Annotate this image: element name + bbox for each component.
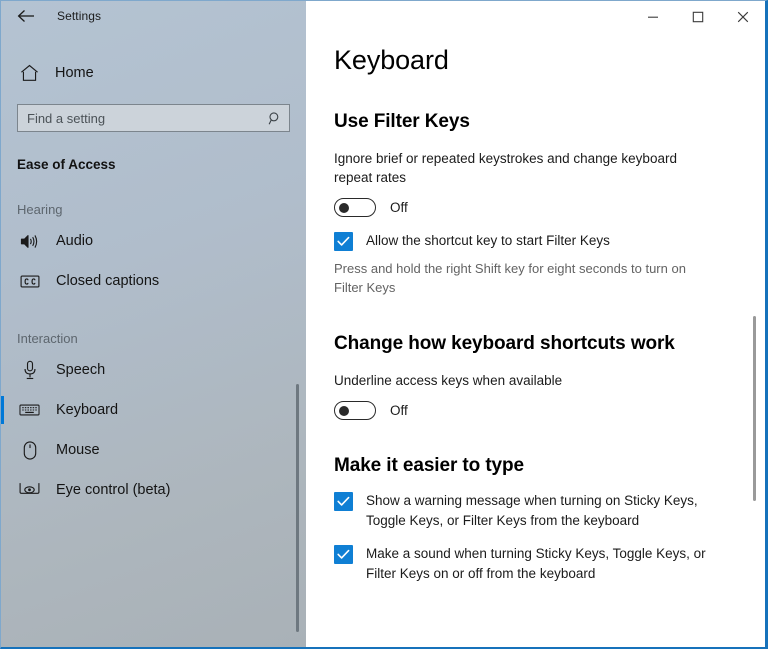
sidebar-item-mouse-label: Mouse [56, 442, 100, 458]
make-a-sound-row: Make a sound when turning Sticky Keys, T… [334, 544, 733, 583]
sidebar-group-label-interaction: Interaction [17, 331, 78, 346]
maximize-button[interactable] [675, 1, 720, 32]
filter-keys-hint: Press and hold the right Shift key for e… [334, 261, 686, 296]
home-icon [19, 63, 39, 83]
closed-caption-icon [19, 271, 40, 292]
toggle-knob [339, 202, 349, 213]
sidebar-titlebar: Settings [1, 1, 306, 31]
show-warning-message-label: Show a warning message when turning on S… [366, 493, 698, 528]
sidebar-item-keyboard-label: Keyboard [56, 402, 119, 418]
filter-keys-toggle[interactable] [334, 198, 376, 218]
minimize-button[interactable] [630, 1, 675, 32]
allow-shortcut-key-row: Allow the shortcut key to start Filter K… [334, 231, 733, 252]
main-content: Keyboard Use Filter Keys Ignore brief or… [306, 1, 765, 647]
section-heading-use-filter-keys: Use Filter Keys [334, 111, 470, 132]
sidebar-item-closed-captions-label: Closed captions [56, 273, 160, 289]
allow-shortcut-key-checkbox[interactable] [334, 232, 353, 252]
speaker-icon [19, 231, 40, 252]
filter-keys-toggle-state: Off [390, 200, 408, 216]
underline-access-keys-toggle-row: Off [334, 401, 733, 421]
allow-shortcut-key-label: Allow the shortcut key to start Filter K… [366, 233, 610, 249]
toggle-knob [339, 405, 349, 416]
keyboard-icon [19, 400, 40, 421]
sidebar-scrollbar[interactable] [296, 384, 299, 632]
sidebar-item-eye-control[interactable]: Eye control (beta) [1, 470, 306, 510]
underline-access-keys-toggle[interactable] [334, 401, 376, 421]
section-description-use-filter-keys: Ignore brief or repeated keystrokes and … [334, 151, 677, 186]
search-box[interactable] [17, 104, 290, 132]
main-content-scrollbar[interactable] [753, 316, 756, 501]
section-heading-keyboard-shortcuts: Change how keyboard shortcuts work [334, 333, 675, 354]
settings-window: Settings Home Ease of Access Hearing [0, 0, 768, 649]
mouse-icon [19, 440, 40, 461]
make-a-sound-label: Make a sound when turning Sticky Keys, T… [366, 546, 706, 581]
show-warning-message-row: Show a warning message when turning on S… [334, 491, 733, 530]
sidebar-item-closed-captions[interactable]: Closed captions [1, 261, 306, 301]
sidebar-group-label-hearing: Hearing [17, 202, 63, 217]
sidebar-item-keyboard[interactable]: Keyboard [1, 390, 306, 430]
section-heading-make-it-easier-to-type: Make it easier to type [334, 455, 524, 477]
search-input[interactable] [18, 105, 289, 131]
sidebar-item-mouse[interactable]: Mouse [1, 430, 306, 470]
window-controls [630, 1, 765, 32]
sidebar-item-speech-label: Speech [56, 362, 106, 378]
sidebar-item-audio-label: Audio [56, 233, 94, 249]
sidebar-item-home[interactable]: Home [1, 56, 306, 90]
sidebar-item-speech[interactable]: Speech [1, 350, 306, 390]
search-icon[interactable] [267, 111, 282, 126]
sidebar: Settings Home Ease of Access Hearing [1, 1, 306, 647]
show-warning-message-checkbox[interactable] [334, 492, 353, 512]
sidebar-item-eye-control-label: Eye control (beta) [56, 482, 171, 498]
back-arrow-icon[interactable] [15, 5, 37, 27]
sidebar-item-audio[interactable]: Audio [1, 221, 306, 261]
underline-access-keys-toggle-state: Off [390, 403, 408, 419]
filter-keys-toggle-row: Off [334, 198, 733, 218]
make-a-sound-checkbox[interactable] [334, 545, 353, 565]
microphone-icon [19, 360, 40, 381]
sidebar-item-home-label: Home [55, 65, 94, 81]
page-title: Keyboard [334, 45, 449, 75]
section-description-underline-access-keys: Underline access keys when available [334, 373, 563, 388]
eye-control-icon [19, 480, 40, 501]
sidebar-category-title: Ease of Access [17, 157, 116, 172]
close-button[interactable] [720, 1, 765, 32]
app-title: Settings [57, 9, 102, 23]
